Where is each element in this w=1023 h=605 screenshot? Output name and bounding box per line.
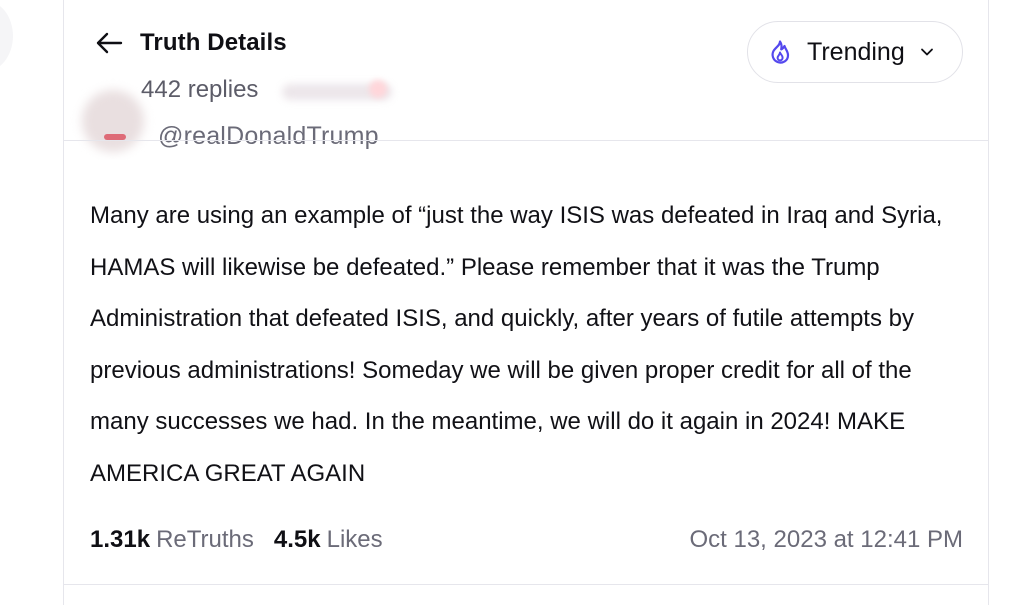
sort-label: Trending — [807, 37, 905, 66]
reply-count: 442 replies — [141, 76, 259, 103]
post-stats: 1.31k ReTruths 4.5k Likes — [90, 526, 383, 554]
side-nav-button[interactable] — [0, 0, 13, 72]
likes-label[interactable]: Likes — [327, 526, 383, 554]
post-text: Many are using an example of “just the w… — [90, 202, 943, 487]
back-row: Truth Details — [94, 28, 287, 58]
truth-details-panel: @realDonaldTrump Truth Details 442 repli… — [63, 0, 989, 605]
divider — [64, 584, 988, 585]
chevron-down-icon — [919, 44, 935, 60]
retruths-count[interactable]: 1.31k — [90, 526, 150, 554]
retruths-label[interactable]: ReTruths — [156, 526, 254, 554]
page-header: Truth Details 442 replies Trending — [64, 0, 988, 141]
likes-count[interactable]: 4.5k — [274, 526, 321, 554]
flame-icon — [767, 39, 793, 65]
post-timestamp: Oct 13, 2023 at 12:41 PM — [689, 526, 963, 553]
sort-dropdown-button[interactable]: Trending — [747, 21, 963, 83]
arrow-left-icon[interactable] — [94, 28, 124, 58]
page-title: Truth Details — [140, 29, 287, 56]
